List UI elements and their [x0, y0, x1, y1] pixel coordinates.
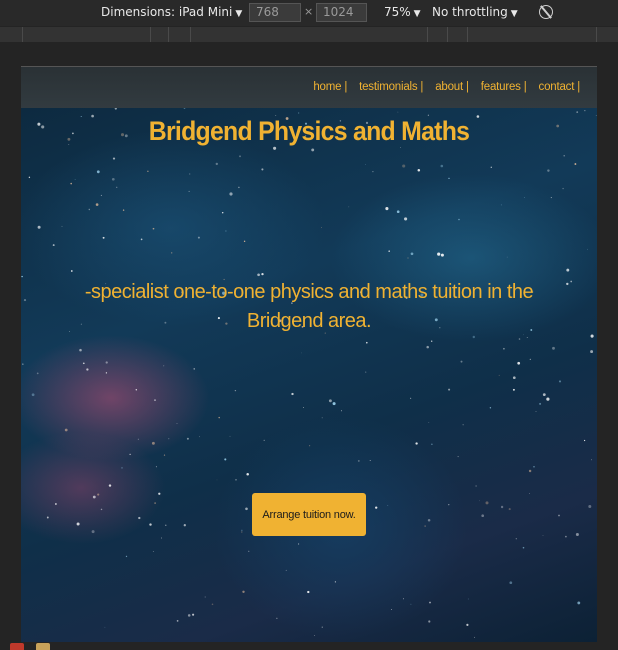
site-tagline: -specialist one-to-one physics and maths… — [84, 281, 534, 332]
device-dimensions-label: Dimensions: iPad Mini — [101, 5, 233, 19]
folder-icon — [36, 643, 50, 650]
nav-link-contact[interactable]: contact | — [539, 81, 581, 93]
nav-link-features[interactable]: features | — [481, 81, 527, 93]
bottom-strip — [0, 642, 618, 650]
device-viewport: home | testimonials | about | features |… — [21, 66, 597, 642]
chevron-down-icon: ▼ — [510, 9, 518, 19]
zoom-dropdown[interactable]: 75% ▼ — [384, 5, 421, 19]
nav-link-home[interactable]: home | — [313, 81, 347, 93]
app-icon — [10, 643, 24, 650]
device-dimensions-dropdown[interactable]: Dimensions: iPad Mini ▼ — [101, 5, 242, 19]
nav-link-testimonials[interactable]: testimonials | — [359, 81, 423, 93]
arrange-tuition-button[interactable]: Arrange tuition now. — [252, 493, 366, 536]
height-input[interactable]: 1024 — [316, 3, 367, 22]
times-sign: × — [304, 5, 314, 18]
starfield-background — [21, 108, 597, 638]
chevron-down-icon: ▼ — [235, 9, 243, 19]
site-title: Bridgend Physics and Maths — [148, 116, 470, 146]
nav-link-about[interactable]: about | — [435, 81, 469, 93]
media-query-ruler — [0, 27, 618, 42]
throttling-label: No throttling — [432, 5, 508, 19]
site-navbar: home | testimonials | about | features |… — [21, 66, 597, 108]
hero-section: Bridgend Physics and Maths -specialist o… — [21, 108, 597, 642]
width-input[interactable]: 768 — [249, 3, 301, 22]
device-toolbar: Dimensions: iPad Mini ▼ 768 × 1024 75% ▼ N… — [0, 0, 618, 26]
rotate-icon[interactable] — [539, 5, 553, 19]
throttling-dropdown[interactable]: No throttling ▼ — [432, 5, 518, 19]
site-nav: home | testimonials | about | features |… — [301, 81, 580, 93]
zoom-label: 75% — [384, 5, 411, 19]
chevron-down-icon: ▼ — [413, 9, 421, 19]
